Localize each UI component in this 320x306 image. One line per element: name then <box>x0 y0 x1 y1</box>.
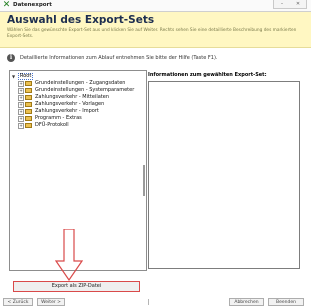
page-description: Wählen Sie das gewünschte Export-Set aus… <box>7 28 297 40</box>
folder-icon <box>25 81 32 86</box>
tree-item-label[interactable]: Zahlungsverkehr - Mitteilaten <box>35 94 109 101</box>
page-title: Auswahl des Export-Sets <box>7 14 155 26</box>
collapse-icon[interactable]: ▼ <box>12 73 15 80</box>
info-text: Detaillierte Informationen zum Ablauf en… <box>20 55 218 61</box>
window-controls: – ✕ <box>273 0 307 9</box>
tree-item-label[interactable]: Zahlungsverkehr - Import <box>35 108 99 115</box>
window-title: Datenexport <box>13 2 52 8</box>
minimize-button[interactable]: – <box>274 0 290 8</box>
expand-icon[interactable]: + <box>18 123 24 129</box>
details-content <box>148 81 300 269</box>
arrow-down-icon <box>55 229 83 281</box>
close-button[interactable]: ✕ <box>290 0 306 8</box>
separator <box>148 299 149 305</box>
tree-item-label[interactable]: Grundeinstellungen - Systemparameter <box>35 87 134 94</box>
folder-icon <box>25 95 32 100</box>
info-icon: i <box>7 54 15 62</box>
expand-icon[interactable]: + <box>18 102 24 108</box>
expand-icon[interactable]: + <box>18 88 24 94</box>
folder-icon <box>25 109 32 114</box>
expand-icon[interactable]: + <box>18 95 24 101</box>
details-panel: Informationen zum gewählten Export-Set: <box>146 70 301 269</box>
title-bar: ✕ Datenexport – ✕ <box>0 0 311 12</box>
expand-icon[interactable]: + <box>18 109 24 115</box>
export-zip-button[interactable]: Export als ZIP-Datei <box>13 281 140 292</box>
folder-icon <box>25 116 32 121</box>
expand-icon[interactable]: + <box>18 81 24 87</box>
tree-item-label[interactable]: Grundeinstellungen - Zugangsdaten <box>35 80 125 87</box>
panel-splitter[interactable] <box>143 165 145 196</box>
app-icon: ✕ <box>2 0 11 10</box>
expand-icon[interactable]: + <box>18 116 24 122</box>
folder-icon <box>25 123 32 128</box>
tree-item-label[interactable]: DFÜ-Protokoll <box>35 122 69 129</box>
page-header: Auswahl des Export-Sets Wählen Sie das g… <box>0 12 311 48</box>
folder-icon <box>25 102 32 107</box>
tree-item-label[interactable]: Zahlungsverkehr - Vorlagen <box>35 101 104 108</box>
details-title: Informationen zum gewählten Export-Set: <box>148 72 267 78</box>
tree-item-label[interactable]: Programm - Extras <box>35 115 82 122</box>
tree-root-label[interactable]: Root <box>18 73 34 80</box>
folder-icon <box>25 88 32 93</box>
bottom-button-row: < Zurück Weiter > Abbrechen Beenden <box>0 298 311 306</box>
